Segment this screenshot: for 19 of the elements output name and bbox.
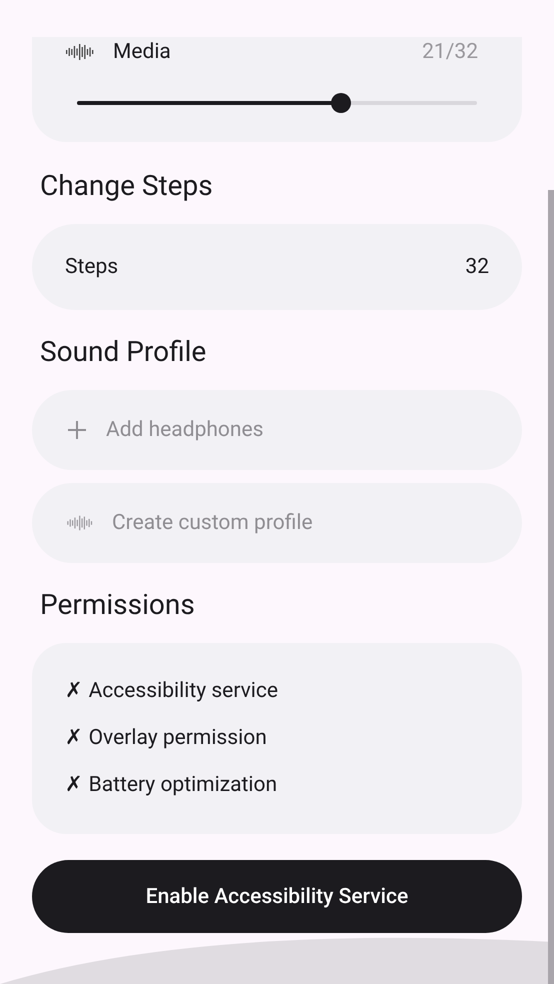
permission-label: Accessibility service [88,679,278,703]
steps-label: Steps [65,255,118,279]
permission-label: Battery optimization [88,773,278,797]
enable-button[interactable]: Enable Accessibility Service [32,860,522,933]
section-heading: Change Steps [39,172,214,200]
cross-mark: ✗ [65,773,83,797]
steps-value: 32 [465,255,489,279]
waveform-icon [66,513,94,533]
volume-reading: 21/32 [422,42,478,62]
slider-thumb[interactable] [331,93,351,113]
section-heading: Permissions [39,591,196,619]
plus-icon [66,419,88,441]
steps-row[interactable]: Steps 32 [32,224,522,310]
section-heading: Sound Profile [39,338,208,366]
waveform-icon [65,41,95,63]
cross-mark: ✗ [65,679,83,703]
cross-mark: ✗ [65,726,83,750]
permission-label: Overlay permission [88,726,267,750]
volume-label: Media [113,42,172,62]
